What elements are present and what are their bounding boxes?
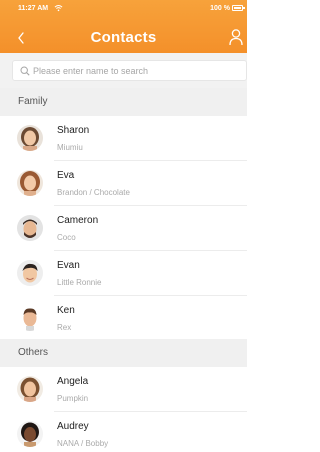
contact-alias: Pumpkin [57, 394, 89, 403]
search-bar [0, 53, 247, 88]
search-box[interactable] [12, 60, 247, 81]
wifi-icon [54, 5, 63, 12]
search-icon [20, 66, 30, 76]
avatar [17, 376, 43, 402]
contact-row[interactable]: Audrey NANA / Bobby [0, 412, 247, 452]
person-icon[interactable] [229, 28, 243, 46]
contact-alias: Coco [57, 233, 76, 242]
battery-percent: 100 % [210, 5, 230, 12]
contact-row[interactable]: Evan Little Ronnie [0, 251, 247, 296]
nav-bar: Contacts [0, 26, 247, 50]
contact-alias: Brandon / Chocolate [57, 188, 130, 197]
contact-alias: Miumiu [57, 143, 83, 152]
battery-icon [232, 5, 245, 11]
avatar [17, 260, 43, 286]
avatar [17, 215, 43, 241]
contact-name: Cameron [57, 215, 99, 226]
avatar [17, 305, 43, 331]
contact-alias: NANA / Bobby [57, 439, 109, 448]
status-bar: 11:27 AM 100 % [0, 0, 247, 17]
search-input[interactable] [33, 61, 242, 80]
contact-alias: Little Ronnie [57, 278, 102, 287]
contact-row[interactable]: Eva Brandon / Chocolate [0, 161, 247, 206]
section-header-family: Family [0, 88, 247, 116]
status-time: 11:27 AM [18, 5, 49, 12]
avatar [17, 421, 43, 447]
contact-row[interactable]: Sharon Miumiu [0, 116, 247, 161]
contact-alias: Rex [57, 323, 72, 332]
contact-name: Ken [57, 305, 75, 316]
contact-name: Evan [57, 260, 80, 271]
avatar [17, 125, 43, 151]
contact-name: Eva [57, 170, 75, 181]
contact-row[interactable]: Cameron Coco [0, 206, 247, 251]
page-title: Contacts [90, 29, 157, 46]
contact-row[interactable]: Ken Rex [0, 296, 247, 341]
section-header-others: Others [0, 339, 247, 367]
contact-row[interactable]: Angela Pumpkin [0, 367, 247, 412]
contact-name: Audrey [57, 421, 89, 432]
app-header: 11:27 AM 100 % Contacts [0, 0, 247, 53]
contact-name: Sharon [57, 125, 90, 136]
avatar [17, 170, 43, 196]
contact-name: Angela [57, 376, 89, 387]
